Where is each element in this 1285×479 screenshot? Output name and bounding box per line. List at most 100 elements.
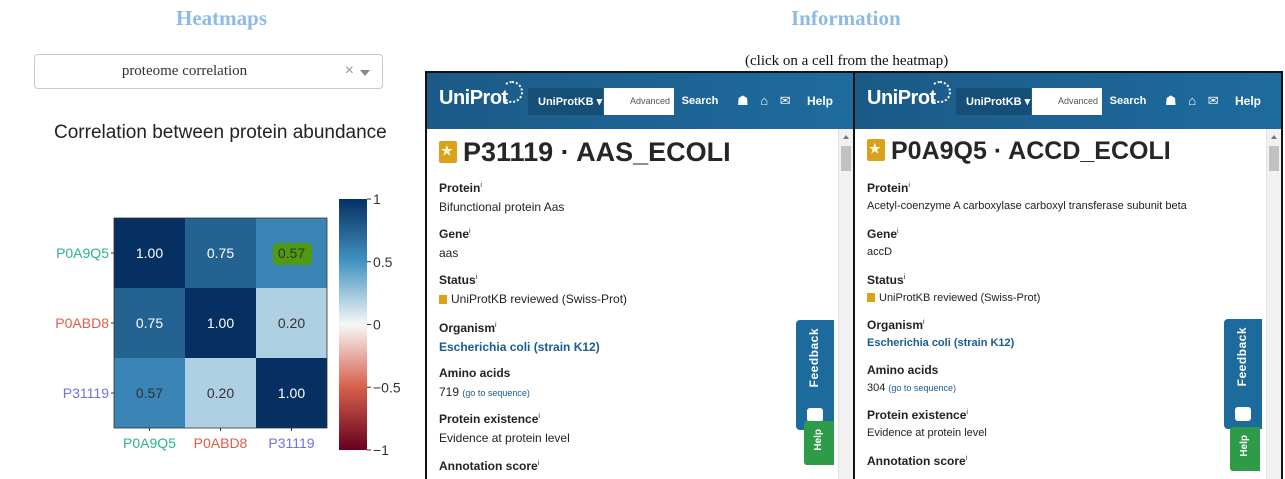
clear-icon[interactable]: × — [345, 62, 354, 80]
advanced-link[interactable]: Advanced — [630, 96, 670, 106]
info-icon[interactable]: i — [908, 182, 910, 189]
search-input[interactable]: Advanced — [604, 88, 674, 115]
scroll-up-icon[interactable] — [1271, 135, 1277, 139]
go-to-sequence-link[interactable]: (go to sequence) — [888, 383, 956, 393]
status-field: Statusi UniProtKB reviewed (Swiss-Prot) — [439, 273, 627, 306]
organism-field: Organismi Escherichia coli (strain K12) — [439, 321, 600, 354]
database-select[interactable]: UniProtKB ▾ — [528, 88, 603, 115]
gene-field: Genei accD — [867, 227, 899, 258]
cell-value-label: 0.57 — [278, 245, 305, 261]
protein-label: Protein — [439, 181, 481, 195]
information-title: Information — [791, 6, 901, 30]
cell-value-label: 0.57 — [136, 385, 163, 401]
uniprot-header: UniProt UniProtKB ▾ Advanced Search ☗ ⌂ … — [427, 73, 853, 129]
toolbar-icons[interactable]: ☗ ⌂ ✉ — [737, 93, 795, 109]
gene-label: Gene — [439, 227, 470, 241]
amino-field: Amino acids 304 (go to sequence) — [867, 363, 956, 394]
entry-accession: P31119 · AAS_ECOLI — [463, 137, 731, 167]
info-icon[interactable]: i — [904, 274, 906, 281]
entry-body: P0A9Q5 · ACCD_ECOLI Proteini Acetyl-coen… — [855, 129, 1281, 479]
cell-value-label: 0.20 — [278, 315, 305, 331]
info-icon[interactable]: i — [476, 274, 478, 281]
protein-value: Acetyl-coenzyme A carboxylase carboxyl t… — [867, 200, 1187, 212]
database-label: UniProtKB — [966, 96, 1022, 108]
cell-value-label: 0.20 — [207, 385, 234, 401]
uniprot-logo[interactable]: UniProt — [439, 87, 508, 110]
scrollbar-thumb[interactable] — [1269, 146, 1279, 171]
scrollbar[interactable] — [838, 129, 853, 479]
status-text: UniProtKB reviewed (Swiss-Prot) — [451, 292, 628, 306]
search-button[interactable]: Search — [675, 88, 725, 115]
colorbar-tick-label: 0.5 — [373, 254, 393, 270]
chevron-down-icon[interactable] — [360, 70, 370, 76]
scroll-up-icon[interactable] — [843, 135, 849, 139]
info-icon[interactable]: i — [966, 455, 968, 462]
protein-field: Proteini Bifunctional protein Aas — [439, 181, 564, 214]
reviewed-icon — [867, 293, 875, 302]
help-tab[interactable]: Help — [1230, 427, 1260, 471]
organism-label: Organism — [867, 318, 924, 332]
heatmap-type-select[interactable]: proteome correlation × — [34, 54, 383, 89]
feedback-button[interactable]: Feedback — [1224, 319, 1262, 429]
colorbar-tick-label: 1 — [373, 191, 381, 207]
database-label: UniProtKB — [538, 96, 594, 108]
x-tick-label: P0A9Q5 — [123, 435, 176, 451]
help-link[interactable]: Help — [1235, 94, 1261, 108]
feedback-button[interactable]: Feedback — [796, 320, 834, 430]
info-icon[interactable]: i — [538, 460, 540, 467]
organism-link[interactable]: Escherichia coli (strain K12) — [439, 340, 600, 354]
info-icon[interactable]: i — [923, 319, 925, 326]
info-icon[interactable]: i — [480, 182, 482, 189]
x-tick-label: P0ABD8 — [194, 435, 248, 451]
colorbar-tick-label: −0.5 — [373, 379, 401, 395]
feedback-label: Feedback — [1235, 327, 1249, 387]
info-icon[interactable]: i — [966, 409, 968, 416]
search-input[interactable]: Advanced — [1032, 88, 1102, 115]
gene-label: Gene — [867, 227, 898, 241]
go-to-sequence-link[interactable]: (go to sequence) — [462, 388, 530, 398]
entry-accession: P0A9Q5 · ACCD_ECOLI — [891, 137, 1171, 165]
scrollbar[interactable] — [1266, 129, 1281, 479]
reviewed-icon — [439, 295, 447, 304]
status-label: Status — [439, 273, 476, 287]
help-tab-label: Help — [1239, 435, 1250, 457]
database-select[interactable]: UniProtKB ▾ — [956, 88, 1031, 115]
advanced-link[interactable]: Advanced — [1058, 96, 1098, 106]
uniprot-frame-p0a9q5: UniProt UniProtKB ▾ Advanced Search ☗ ⌂ … — [853, 71, 1283, 479]
y-tick-label: P0ABD8 — [55, 315, 109, 331]
scrollbar-thumb[interactable] — [841, 146, 851, 171]
amino-field: Amino acids 719 (go to sequence) — [439, 366, 530, 399]
status-value: UniProtKB reviewed (Swiss-Prot) — [867, 292, 1040, 304]
protein-label: Protein — [867, 181, 909, 195]
help-tab-label: Help — [813, 429, 824, 451]
colorbar-tick-label: −1 — [373, 442, 389, 458]
click-hint: (click on a cell from the heatmap) — [745, 53, 949, 69]
heatmaps-title: Heatmaps — [176, 6, 267, 30]
amino-value: 304 (go to sequence) — [867, 382, 956, 394]
organism-link[interactable]: Escherichia coli (strain K12) — [867, 337, 1014, 349]
gene-value: aas — [439, 246, 459, 260]
status-label: Status — [867, 273, 904, 287]
info-icon[interactable]: i — [495, 322, 497, 329]
colorbar-tick-label: 0 — [373, 317, 381, 333]
cell-value-label: 1.00 — [136, 245, 163, 261]
score-label: Annotation score — [867, 454, 966, 468]
annotation-score-field: Annotation scorei — [867, 454, 967, 468]
info-icon[interactable]: i — [538, 413, 540, 420]
cell-value-label: 0.75 — [207, 245, 234, 261]
organism-label: Organism — [439, 321, 496, 335]
uniprot-logo[interactable]: UniProt — [867, 87, 936, 110]
status-text: UniProtKB reviewed (Swiss-Prot) — [879, 292, 1041, 304]
y-tick-label: P0A9Q5 — [56, 245, 109, 261]
existence-value: Evidence at protein level — [439, 431, 570, 445]
gene-value: accD — [867, 246, 893, 258]
uniprot-frame-p31119: UniProt UniProtKB ▾ Advanced Search ☗ ⌂ … — [425, 71, 855, 479]
info-icon[interactable]: i — [897, 228, 899, 235]
feedback-face-icon — [807, 408, 823, 422]
info-icon[interactable]: i — [469, 228, 471, 235]
help-link[interactable]: Help — [807, 94, 833, 108]
search-button[interactable]: Search — [1103, 88, 1153, 115]
toolbar-icons[interactable]: ☗ ⌂ ✉ — [1165, 93, 1223, 109]
help-tab[interactable]: Help — [804, 421, 834, 465]
entry-body: P31119 · AAS_ECOLI Proteini Bifunctional… — [427, 129, 853, 479]
